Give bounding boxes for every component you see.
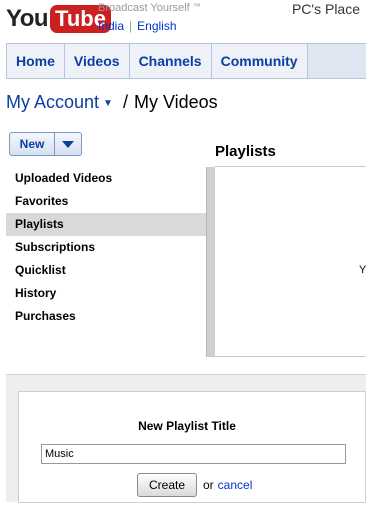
new-playlist-title-label: New Playlist Title xyxy=(138,419,236,433)
new-button-label[interactable]: New xyxy=(10,133,55,155)
main-nav: Home Videos Channels Community xyxy=(6,43,366,79)
logo-you-text: You xyxy=(6,5,49,32)
playlist-title-input[interactable] xyxy=(41,444,346,464)
sidebar-item-favorites[interactable]: Favorites xyxy=(6,190,206,213)
nav-tab-community[interactable]: Community xyxy=(211,44,308,78)
sidebar-item-subscriptions[interactable]: Subscriptions xyxy=(6,236,206,259)
new-dropdown-arrow-icon[interactable] xyxy=(55,133,81,155)
sidebar: Uploaded Videos Favorites Playlists Subs… xyxy=(6,167,206,328)
nav-tab-channels[interactable]: Channels xyxy=(129,44,212,78)
dropdown-triangle-icon[interactable]: ▼ xyxy=(103,98,113,109)
region-selector: India | English xyxy=(98,19,177,33)
breadcrumb-current: My Videos xyxy=(133,92,218,112)
create-button[interactable]: Create xyxy=(137,473,197,497)
sidebar-item-uploaded-videos[interactable]: Uploaded Videos xyxy=(6,167,206,190)
sidebar-item-history[interactable]: History xyxy=(6,282,206,305)
new-button[interactable]: New xyxy=(9,132,82,156)
tagline-text: Broadcast Yourself xyxy=(98,2,190,14)
section-heading: Playlists xyxy=(215,143,276,160)
sidebar-item-playlists[interactable]: Playlists xyxy=(6,213,206,236)
tagline: Broadcast Yourself ™ xyxy=(98,2,201,14)
nav-tab-videos[interactable]: Videos xyxy=(64,44,130,78)
nav-tab-home[interactable]: Home xyxy=(6,44,65,78)
form-actions: Create or cancel xyxy=(137,473,252,497)
user-name[interactable]: PC's Place xyxy=(292,1,360,17)
vertical-scrollbar[interactable] xyxy=(206,167,215,357)
new-playlist-panel: New Playlist Title Create or cancel xyxy=(6,374,366,503)
cancel-link[interactable]: cancel xyxy=(218,478,253,492)
playlist-content-area: Y xyxy=(215,166,366,357)
breadcrumb-my-account[interactable]: My Account xyxy=(6,92,99,112)
sidebar-item-quicklist[interactable]: Quicklist xyxy=(6,259,206,282)
or-text: or xyxy=(203,478,214,492)
breadcrumb-separator: / xyxy=(122,92,128,112)
breadcrumb: My Account ▼ / My Videos xyxy=(6,92,218,113)
language-link[interactable]: English xyxy=(137,19,176,33)
clipped-content-text: Y xyxy=(359,264,366,276)
sidebar-item-purchases[interactable]: Purchases xyxy=(6,305,206,328)
region-divider: | xyxy=(129,19,133,33)
youtube-logo[interactable]: You Tube xyxy=(6,3,111,35)
new-playlist-form: New Playlist Title Create or cancel xyxy=(18,391,366,503)
country-link[interactable]: India xyxy=(98,19,124,33)
trademark-symbol: ™ xyxy=(192,2,201,11)
